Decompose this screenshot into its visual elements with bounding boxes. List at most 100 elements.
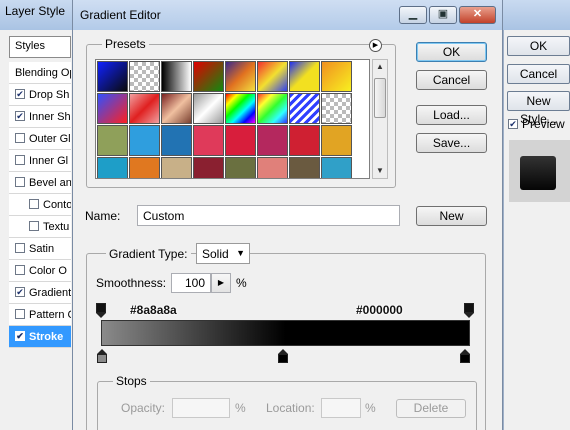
name-input[interactable] xyxy=(137,205,400,226)
style-item[interactable]: Bevel an xyxy=(9,172,71,194)
style-item[interactable]: Inner Gl xyxy=(9,150,71,172)
style-item[interactable]: Color O xyxy=(9,260,71,282)
preview-label: Preview xyxy=(522,117,565,131)
preset-swatch[interactable] xyxy=(129,61,160,92)
preset-swatch[interactable] xyxy=(193,125,224,156)
style-item[interactable]: Pattern C xyxy=(9,304,71,326)
preset-swatch[interactable] xyxy=(289,157,320,178)
layer-style-ok-button[interactable]: OK xyxy=(507,36,570,56)
style-checkbox[interactable]: ✔ xyxy=(15,89,25,100)
style-checkbox[interactable] xyxy=(15,177,25,188)
smoothness-input[interactable]: 100 xyxy=(171,273,211,293)
style-item-label: Blending Op xyxy=(15,67,71,79)
opacity-stop-right[interactable] xyxy=(464,303,475,318)
opacity-input[interactable] xyxy=(172,398,230,418)
preset-swatch[interactable] xyxy=(225,125,256,156)
minimize-button[interactable]: ▁ xyxy=(399,6,427,24)
preset-swatch[interactable] xyxy=(129,157,160,178)
smoothness-slider-button[interactable]: ▶ xyxy=(211,273,231,293)
style-item-label: Stroke xyxy=(29,331,64,343)
preset-swatch[interactable] xyxy=(193,93,224,124)
presets-menu-button[interactable]: ▶ xyxy=(369,39,382,52)
preset-swatch[interactable] xyxy=(321,93,352,124)
preset-swatch[interactable] xyxy=(193,157,224,178)
presets-label: Presets xyxy=(102,37,149,51)
preview-checkbox[interactable]: ✔ xyxy=(508,118,518,129)
style-item[interactable]: ✔ Drop Sh xyxy=(9,84,71,106)
gradient-editor-title: Gradient Editor xyxy=(80,8,161,22)
preset-swatch[interactable] xyxy=(321,125,352,156)
close-button[interactable]: ✕ xyxy=(459,6,496,24)
layer-style-cancel-button[interactable]: Cancel xyxy=(507,64,570,84)
new-style-button[interactable]: New Style... xyxy=(507,91,570,126)
ok-button[interactable]: OK xyxy=(416,42,487,62)
style-item[interactable]: Textu xyxy=(9,216,71,238)
style-checkbox[interactable] xyxy=(29,221,39,232)
style-item[interactable]: Satin xyxy=(9,238,71,260)
preset-swatch[interactable] xyxy=(225,61,256,92)
scroll-down-icon[interactable]: ▼ xyxy=(373,164,387,178)
style-checkbox[interactable] xyxy=(15,243,25,254)
style-item[interactable]: ✔ Gradient xyxy=(9,282,71,304)
color-midpoint-stop[interactable] xyxy=(278,349,289,363)
style-checkbox[interactable]: ✔ xyxy=(15,331,25,342)
preset-swatch[interactable] xyxy=(225,157,256,178)
gradient-type-select[interactable]: Solid ▼ xyxy=(196,243,250,264)
style-checkbox[interactable] xyxy=(15,133,25,144)
style-item-label: Pattern C xyxy=(29,309,71,321)
style-checkbox[interactable] xyxy=(15,309,25,320)
save-button[interactable]: Save... xyxy=(416,133,487,153)
preset-swatch[interactable] xyxy=(257,61,288,92)
preset-swatch[interactable] xyxy=(161,125,192,156)
styles-header[interactable]: Styles xyxy=(9,36,71,58)
location-input[interactable] xyxy=(321,398,361,418)
presets-scrollbar[interactable]: ▲ ▼ xyxy=(372,59,388,179)
preset-swatch[interactable] xyxy=(161,61,192,92)
new-button[interactable]: New xyxy=(416,206,487,226)
style-checkbox[interactable] xyxy=(15,265,25,276)
preset-swatch[interactable] xyxy=(129,125,160,156)
style-item[interactable]: ✔ Stroke xyxy=(9,326,71,348)
preset-swatch[interactable] xyxy=(321,61,352,92)
style-item[interactable]: Conto xyxy=(9,194,71,216)
load-button[interactable]: Load... xyxy=(416,105,487,125)
styles-list: Blending Op ✔ Drop Sh ✔ Inner Sh Outer Gl Inne… xyxy=(9,62,71,348)
gradient-preview-bar[interactable] xyxy=(101,320,470,346)
stop-right-hex-label: #000000 xyxy=(356,303,403,317)
preset-swatch[interactable] xyxy=(289,125,320,156)
style-checkbox[interactable] xyxy=(29,199,39,210)
style-checkbox[interactable]: ✔ xyxy=(15,287,25,298)
cancel-button[interactable]: Cancel xyxy=(416,70,487,90)
preset-swatch[interactable] xyxy=(161,157,192,178)
preset-swatch[interactable] xyxy=(257,157,288,178)
smoothness-label: Smoothness: xyxy=(96,276,167,290)
preset-swatch[interactable] xyxy=(97,61,128,92)
preset-swatch[interactable] xyxy=(257,125,288,156)
location-label: Location: xyxy=(266,401,315,415)
maximize-icon: ▣ xyxy=(437,8,449,20)
maximize-button[interactable]: ▣ xyxy=(429,6,457,24)
color-stop-right[interactable] xyxy=(460,349,471,363)
scroll-thumb[interactable] xyxy=(374,78,386,118)
style-checkbox[interactable]: ✔ xyxy=(15,111,25,122)
preview-checkbox-row[interactable]: ✔ Preview xyxy=(508,117,565,131)
style-checkbox[interactable] xyxy=(15,155,25,166)
preset-swatch[interactable] xyxy=(97,125,128,156)
preset-swatch[interactable] xyxy=(129,93,160,124)
style-item[interactable]: Blending Op xyxy=(9,62,71,84)
style-item[interactable]: ✔ Inner Sh xyxy=(9,106,71,128)
color-stop-left[interactable] xyxy=(97,349,108,363)
preset-swatch[interactable] xyxy=(225,93,256,124)
opacity-stop-left[interactable] xyxy=(96,303,107,318)
preset-swatch[interactable] xyxy=(97,157,128,178)
preset-swatch[interactable] xyxy=(289,93,320,124)
preset-swatch[interactable] xyxy=(161,93,192,124)
delete-button[interactable]: Delete xyxy=(396,399,466,418)
preset-swatch[interactable] xyxy=(193,61,224,92)
preset-swatch[interactable] xyxy=(289,61,320,92)
preset-swatch[interactable] xyxy=(321,157,352,178)
preset-swatch[interactable] xyxy=(257,93,288,124)
style-item[interactable]: Outer Gl xyxy=(9,128,71,150)
scroll-up-icon[interactable]: ▲ xyxy=(373,60,387,74)
preset-swatch[interactable] xyxy=(97,93,128,124)
